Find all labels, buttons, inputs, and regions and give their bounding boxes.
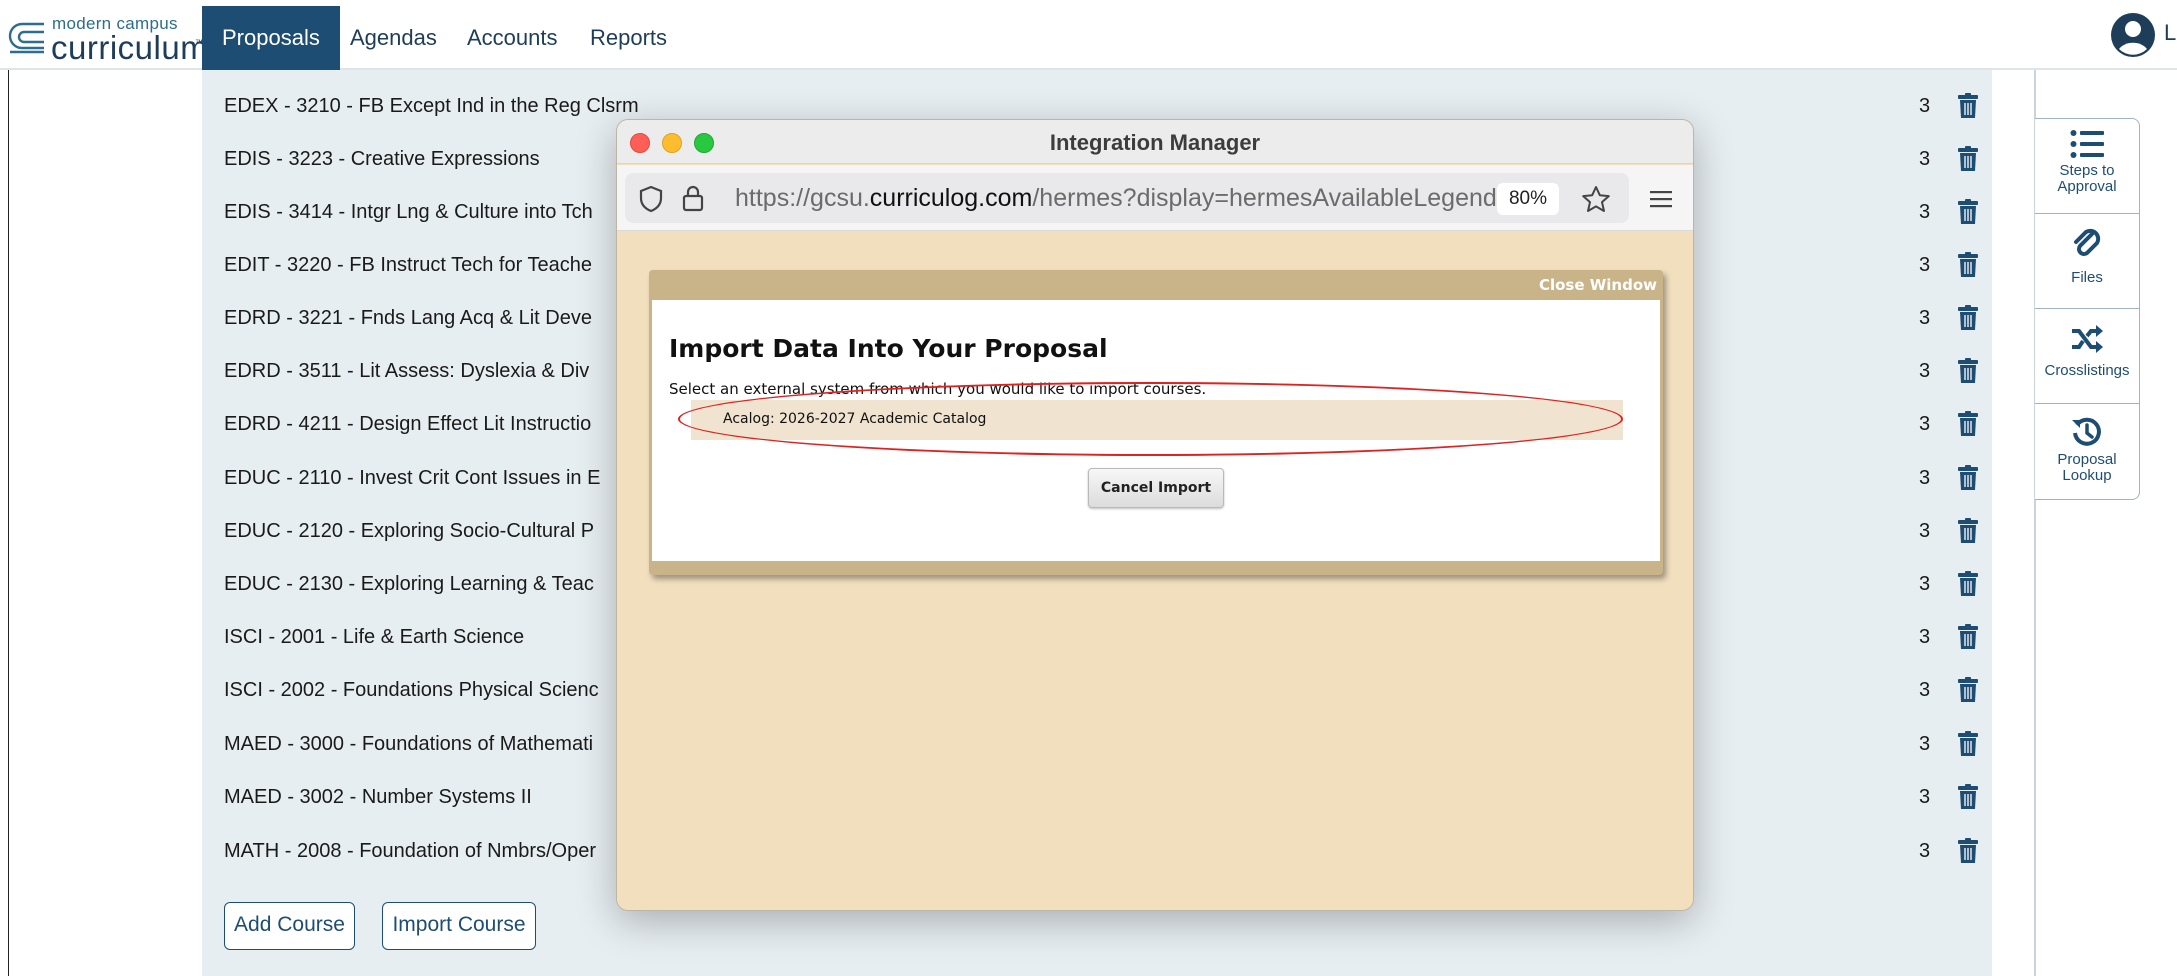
course-credits: 3 [1919, 413, 1931, 435]
tab-accounts[interactable]: Accounts [447, 6, 578, 70]
rail-label: Lookup [2062, 467, 2112, 484]
rail-label: Proposal [2057, 451, 2117, 468]
course-name[interactable]: MAED - 3000 - Foundations of Mathemati [224, 733, 593, 756]
trash-icon[interactable] [1957, 784, 1979, 810]
import-dialog-content: Import Data Into Your Proposal Select an… [652, 300, 1660, 561]
import-dialog: Close Window Import Data Into Your Propo… [649, 270, 1663, 575]
window-border-left [8, 70, 9, 976]
url-field[interactable]: https://gcsu.curriculog.com/hermes?displ… [625, 173, 1629, 223]
menu-icon[interactable] [1649, 189, 1673, 209]
trash-icon[interactable] [1957, 571, 1979, 597]
course-name[interactable]: EDRD - 3221 - Fnds Lang Acq & Lit Deve [224, 307, 592, 330]
course-name[interactable]: EDUC - 2120 - Exploring Socio-Cultural P [224, 520, 594, 543]
course-credits: 3 [1919, 307, 1931, 329]
lock-icon[interactable] [681, 183, 705, 213]
trash-icon[interactable] [1957, 199, 1979, 225]
course-name[interactable]: ISCI - 2002 - Foundations Physical Scien… [224, 679, 599, 702]
trash-icon[interactable] [1957, 411, 1979, 437]
url-path: /hermes?display=hermesAvailableLegend [1032, 184, 1497, 212]
course-name[interactable]: EDIS - 3223 - Creative Expressions [224, 148, 540, 171]
brand-line-2: curriculum [51, 29, 209, 66]
paperclip-icon [2074, 228, 2101, 256]
window-title: Integration Manager [1049, 130, 1261, 155]
course-credits: 3 [1919, 201, 1931, 223]
course-name[interactable]: EDUC - 2130 - Exploring Learning & Teac [224, 573, 594, 596]
trash-icon[interactable] [1957, 358, 1979, 384]
course-credits: 3 [1919, 573, 1931, 595]
url-host: curriculog.com [869, 184, 1033, 212]
trash-icon[interactable] [1957, 518, 1979, 544]
tab-agendas[interactable]: Agendas [330, 6, 457, 70]
side-rail: Steps to Approval Files Crosslistings Pr… [2035, 118, 2140, 500]
course-name[interactable]: EDEX - 3210 - FB Except Ind in the Reg C… [224, 95, 639, 118]
course-name[interactable]: EDIT - 3220 - FB Instruct Tech for Teach… [224, 254, 592, 277]
trash-icon[interactable] [1957, 305, 1979, 331]
list-icon [2070, 130, 2104, 158]
rail-label: Crosslistings [2044, 362, 2130, 379]
trash-icon[interactable] [1957, 146, 1979, 172]
shuffle-icon [2072, 325, 2103, 353]
tab-reports[interactable]: Reports [570, 6, 687, 70]
close-window-link[interactable]: Close Window [1539, 276, 1657, 294]
course-name[interactable]: EDIS - 3414 - Intgr Lng & Culture into T… [224, 201, 593, 224]
trash-icon[interactable] [1957, 731, 1979, 757]
trash-icon[interactable] [1957, 93, 1979, 119]
integration-manager-window: Integration Manager https://gcsu.curricu… [616, 119, 1694, 911]
rail-crosslistings[interactable]: Crosslistings [2035, 308, 2139, 403]
course-name[interactable]: MAED - 3002 - Number Systems II [224, 786, 532, 809]
rail-label: Files [2071, 269, 2103, 286]
shield-icon[interactable] [639, 185, 663, 213]
top-navigation-bar: modern campus curriculum ™ Proposals Age… [0, 0, 2177, 70]
tab-proposals[interactable]: Proposals [202, 6, 340, 70]
course-credits: 3 [1919, 520, 1931, 542]
history-icon [2072, 417, 2101, 446]
course-credits: 3 [1919, 254, 1931, 276]
import-course-button[interactable]: Import Course [382, 902, 536, 950]
course-credits: 3 [1919, 840, 1931, 862]
dialog-heading: Import Data Into Your Proposal [669, 334, 1108, 363]
star-icon[interactable] [1581, 185, 1611, 213]
highlight-annotation [678, 382, 1623, 456]
course-credits: 3 [1919, 679, 1931, 701]
course-credits: 3 [1919, 626, 1931, 648]
trash-icon[interactable] [1957, 624, 1979, 650]
course-credits: 3 [1919, 148, 1931, 170]
user-name-initial[interactable]: L [2164, 20, 2176, 46]
course-credits: 3 [1919, 467, 1931, 489]
zoom-level-badge[interactable]: 80% [1497, 183, 1559, 215]
course-name[interactable]: ISCI - 2001 - Life & Earth Science [224, 626, 524, 649]
course-name[interactable]: EDRD - 3511 - Lit Assess: Dyslexia & Div [224, 360, 589, 383]
course-name[interactable]: MATH - 2008 - Foundation of Nmbrs/Oper [224, 840, 596, 863]
url-bar: https://gcsu.curriculog.com/hermes?displ… [617, 165, 1693, 231]
rail-steps-to-approval[interactable]: Steps to Approval [2035, 119, 2139, 213]
user-avatar-icon[interactable] [2110, 12, 2156, 58]
rail-files[interactable]: Files [2035, 213, 2139, 308]
rail-label: Steps to [2059, 162, 2115, 179]
course-credits: 3 [1919, 733, 1931, 755]
course-credits: 3 [1919, 95, 1931, 117]
course-credits: 3 [1919, 786, 1931, 808]
trash-icon[interactable] [1957, 838, 1979, 864]
brand-logo-icon [8, 22, 44, 54]
trash-icon[interactable] [1957, 677, 1979, 703]
cancel-import-button[interactable]: Cancel Import [1088, 468, 1224, 508]
rail-label: Approval [2057, 178, 2117, 195]
rail-proposal-lookup[interactable]: Proposal Lookup [2035, 403, 2139, 499]
url-text[interactable]: https://gcsu.curriculog.com/hermes?displ… [735, 184, 1497, 213]
url-prefix: https://gcsu. [735, 184, 870, 212]
course-name[interactable]: EDUC - 2110 - Invest Crit Cont Issues in… [224, 467, 600, 490]
brand-logo[interactable]: modern campus curriculum ™ [8, 12, 208, 66]
course-name[interactable]: EDRD - 4211 - Design Effect Lit Instruct… [224, 413, 591, 436]
add-course-button[interactable]: Add Course [224, 902, 355, 950]
course-credits: 3 [1919, 360, 1931, 382]
window-titlebar[interactable]: Integration Manager [617, 120, 1693, 164]
trash-icon[interactable] [1957, 252, 1979, 278]
trash-icon[interactable] [1957, 465, 1979, 491]
